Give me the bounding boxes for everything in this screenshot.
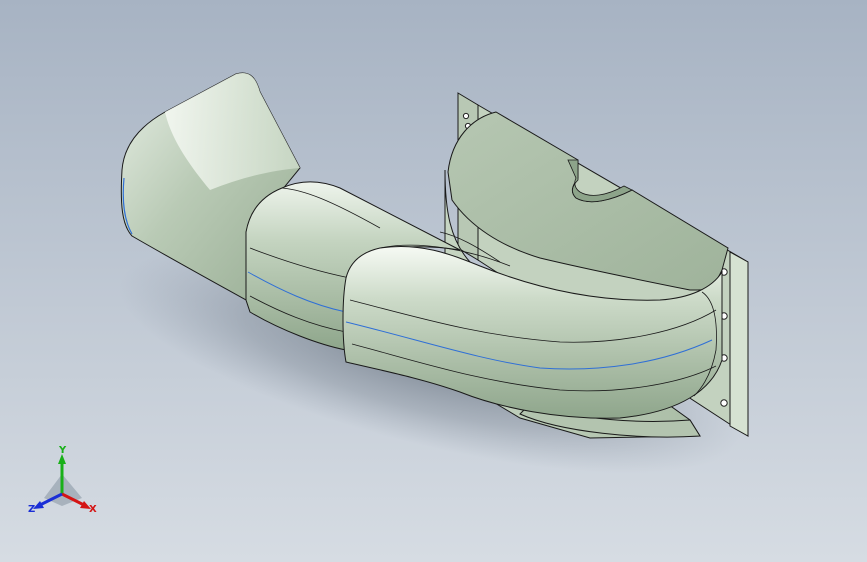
- duct-elbow-model[interactable]: [0, 0, 867, 562]
- flange-bolt-hole: [462, 112, 470, 120]
- view-orientation-triad[interactable]: Y X Z: [22, 446, 106, 526]
- graphics-viewport[interactable]: Y X Z: [0, 0, 867, 562]
- y-axis-label: Y: [59, 445, 67, 456]
- x-axis-label: X: [89, 504, 97, 515]
- flange-bolt-hole: [720, 399, 728, 407]
- z-axis-label: Z: [28, 504, 36, 515]
